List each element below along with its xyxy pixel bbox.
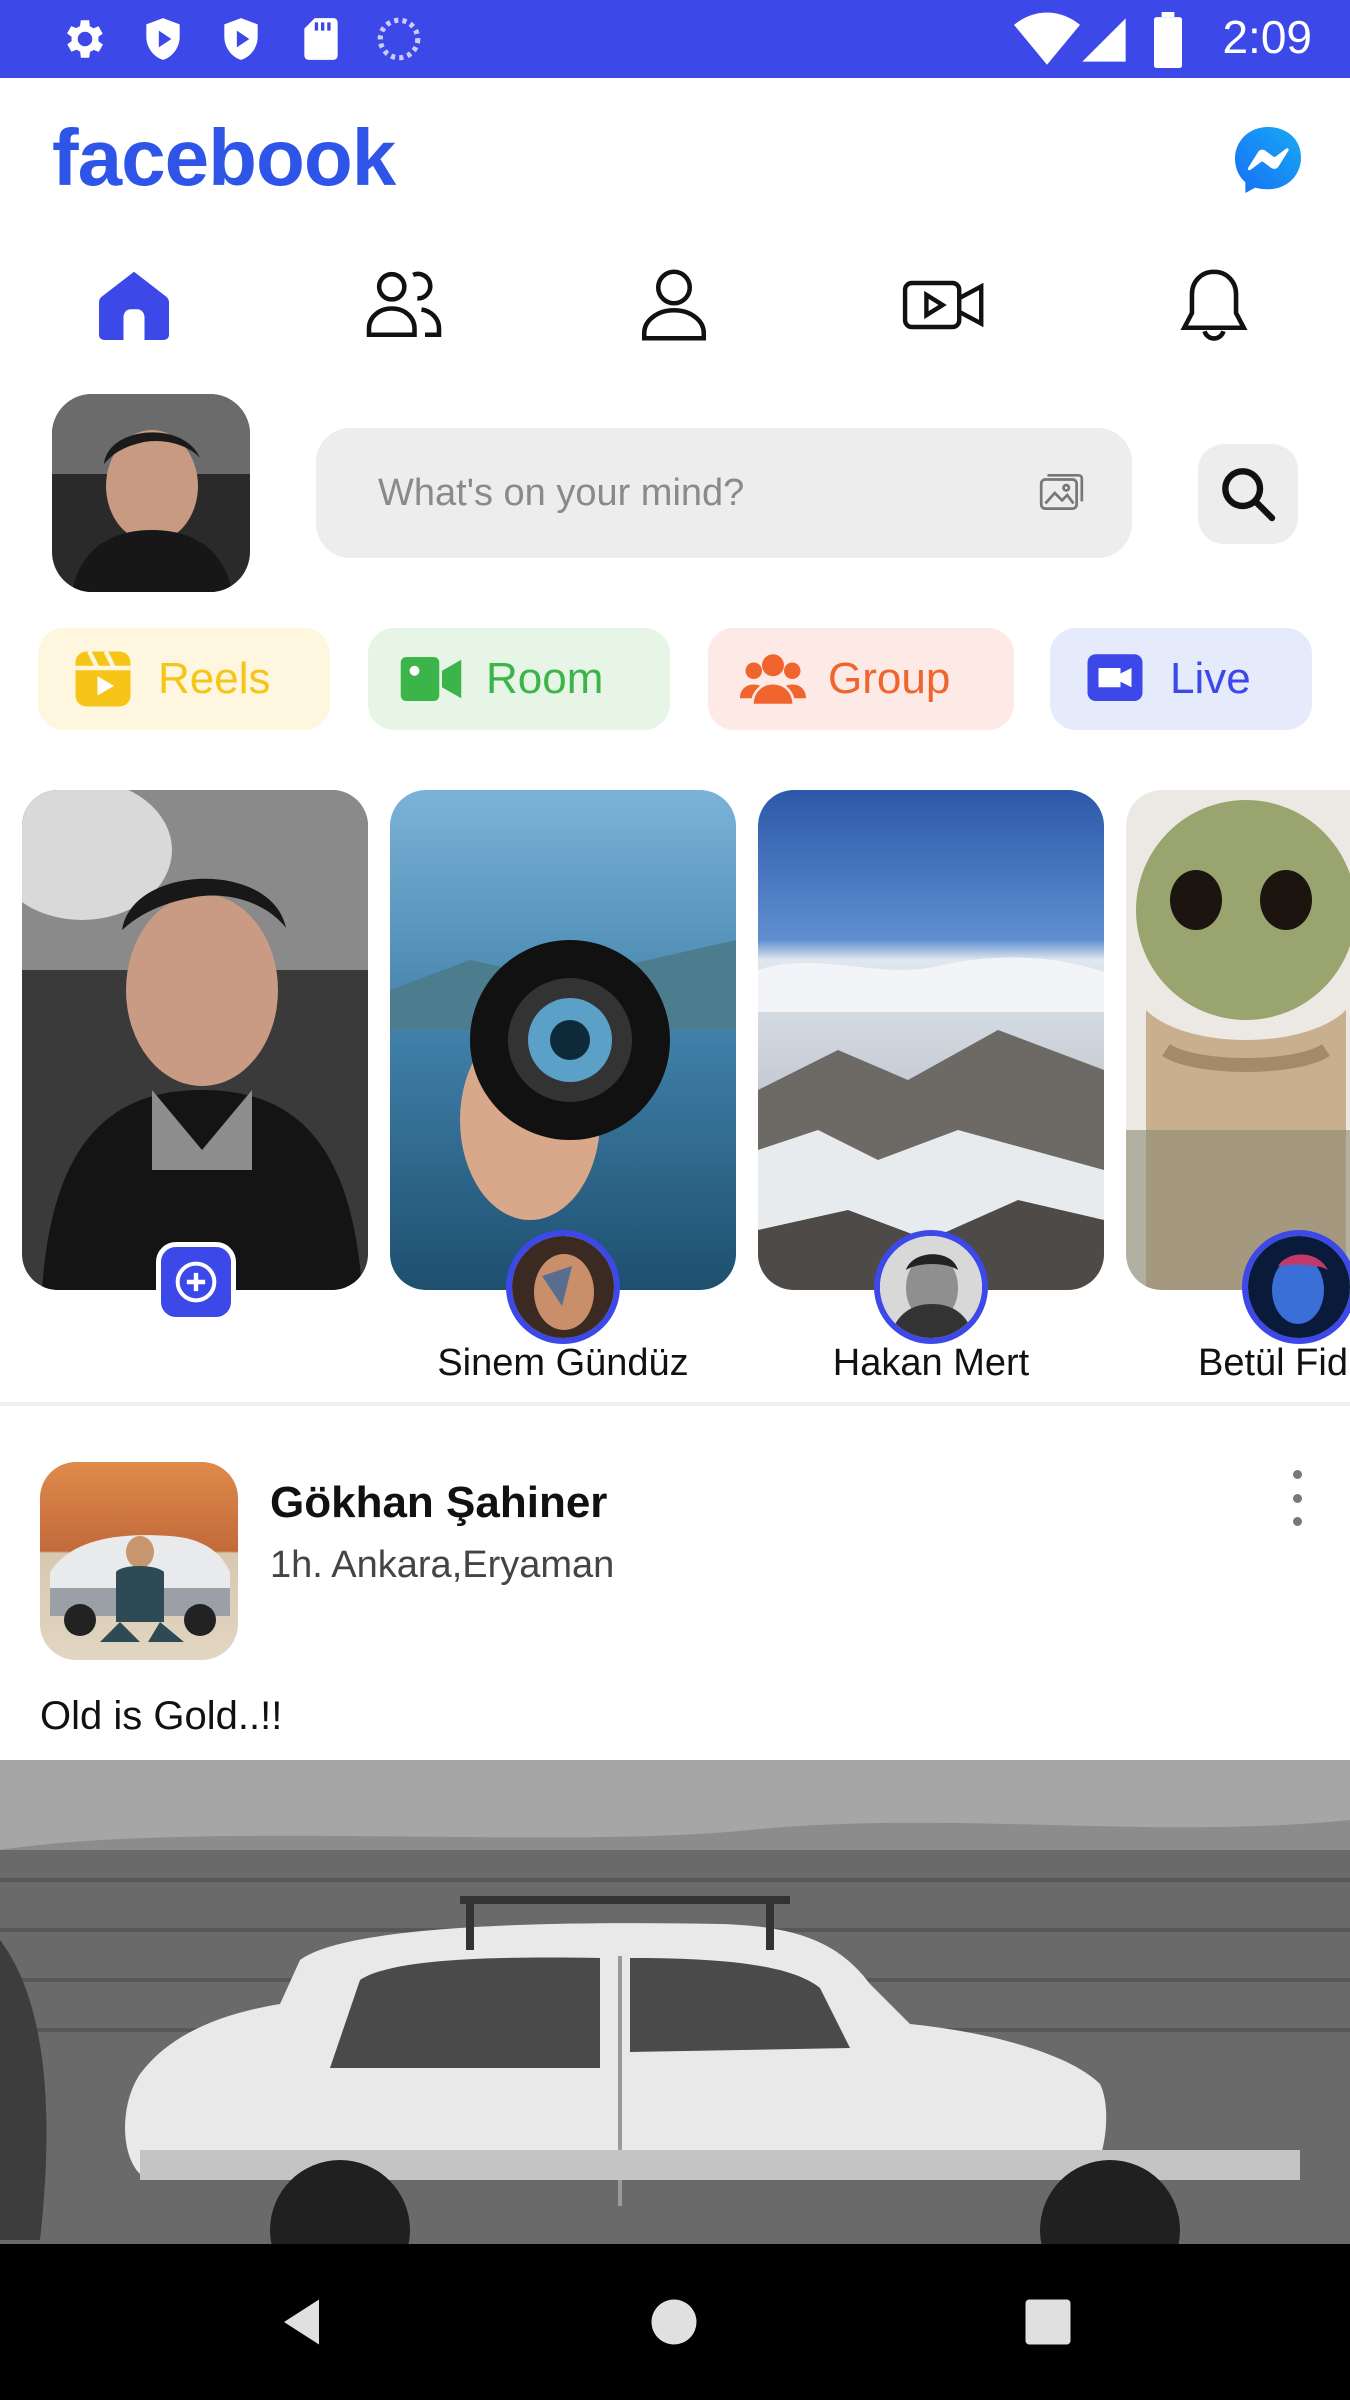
- nav-tabs: [0, 250, 1350, 360]
- back-icon[interactable]: [274, 2292, 334, 2352]
- post-author-name[interactable]: Gökhan Şahiner: [270, 1478, 607, 1528]
- group-icon: [740, 646, 806, 712]
- post-text: Old is Gold..!!: [40, 1694, 283, 1738]
- chip-label-reels: Reels: [158, 654, 271, 703]
- tab-profile[interactable]: [614, 250, 734, 360]
- story-author-avatar[interactable]: [1242, 1230, 1350, 1344]
- chip-reels[interactable]: Reels: [38, 628, 330, 730]
- story-card[interactable]: [1126, 790, 1350, 1290]
- add-story-button[interactable]: [156, 1242, 236, 1322]
- chip-label-live: Live: [1170, 654, 1251, 703]
- chip-group[interactable]: Group: [708, 628, 1014, 730]
- post-image[interactable]: [0, 1760, 1350, 2244]
- clock: 2:09: [1222, 11, 1312, 63]
- tab-friends[interactable]: [344, 250, 464, 360]
- home-circle-icon[interactable]: [644, 2292, 704, 2352]
- sync-icon: [377, 17, 421, 61]
- sd-card-icon: [304, 18, 338, 60]
- profile-icon: [641, 269, 707, 341]
- current-user-avatar[interactable]: [52, 394, 250, 592]
- story-card-own[interactable]: [22, 790, 368, 1290]
- post-author-avatar[interactable]: [40, 1462, 238, 1660]
- tab-watch[interactable]: [884, 250, 1004, 360]
- story-photo: [758, 790, 1104, 1290]
- home-icon: [99, 271, 169, 340]
- story-card[interactable]: [758, 790, 1104, 1290]
- system-navigation-bar: [0, 2244, 1350, 2400]
- post-meta: 1h. Ankara,Eryaman: [270, 1544, 615, 1586]
- shield-play-icon: [224, 18, 258, 60]
- avatar-photo: [52, 394, 250, 592]
- story-photo: [22, 790, 368, 1290]
- composer-placeholder: What's on your mind?: [378, 472, 745, 514]
- settings-icon: [67, 20, 103, 58]
- live-video-icon: [1082, 646, 1148, 712]
- story-photo: [390, 790, 736, 1290]
- plus-icon: [175, 1261, 217, 1303]
- video-camera-icon: [398, 646, 464, 712]
- tab-notifications[interactable]: [1154, 250, 1274, 360]
- story-photo: [1126, 790, 1350, 1290]
- bell-icon: [1180, 269, 1248, 341]
- reels-icon: [70, 646, 136, 712]
- wifi-icon: [1014, 12, 1080, 65]
- friends-icon: [366, 271, 442, 338]
- signal-icon: [1082, 18, 1126, 62]
- chip-room[interactable]: Room: [368, 628, 670, 730]
- search-button[interactable]: [1198, 444, 1298, 544]
- section-divider: [0, 1402, 1350, 1406]
- story-card[interactable]: [390, 790, 736, 1290]
- facebook-logo: facebook: [52, 113, 396, 202]
- post-composer[interactable]: What's on your mind?: [316, 428, 1132, 558]
- status-bar: 2:09: [0, 0, 1350, 78]
- battery-icon: [1154, 12, 1182, 68]
- story-author-avatar[interactable]: [874, 1230, 988, 1344]
- tab-home[interactable]: [74, 250, 194, 360]
- story-author-avatar[interactable]: [506, 1230, 620, 1344]
- shield-play-icon: [146, 18, 180, 60]
- video-icon: [902, 280, 984, 330]
- story-author-name: Sinem Gündüz: [437, 1342, 689, 1384]
- story-author-name: Betül Fid: [1198, 1342, 1348, 1384]
- story-author-name: Hakan Mert: [832, 1342, 1030, 1384]
- more-options-icon[interactable]: [1282, 1470, 1312, 1526]
- chip-label-room: Room: [486, 654, 604, 703]
- chip-live[interactable]: Live: [1050, 628, 1312, 730]
- stories-carousel[interactable]: Sinem Gündüz Hakan Mert Betül Fid: [0, 790, 1350, 1390]
- recents-icon[interactable]: [1018, 2292, 1078, 2352]
- chip-label-group: Group: [828, 654, 951, 703]
- search-icon: [1222, 468, 1276, 522]
- photo-icon[interactable]: [1036, 468, 1086, 518]
- messenger-icon[interactable]: [1232, 124, 1304, 196]
